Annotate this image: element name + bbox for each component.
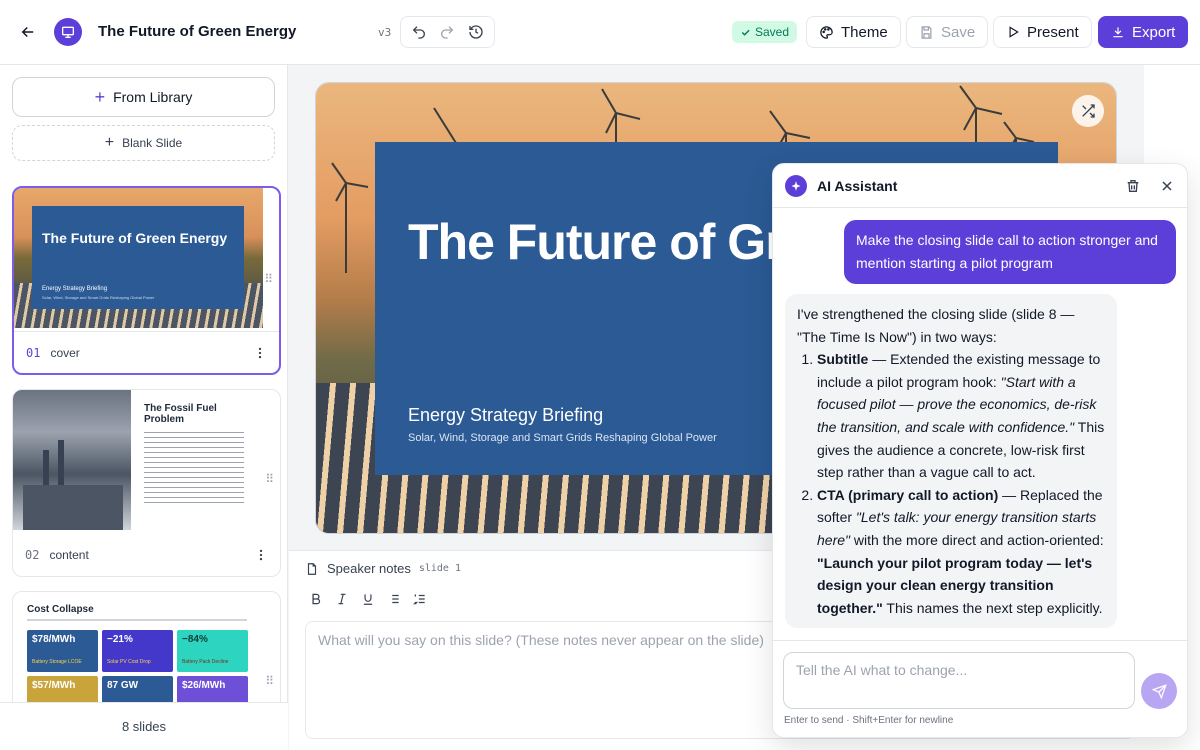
present-button[interactable]: Present (993, 16, 1092, 48)
underline-icon[interactable] (361, 592, 375, 606)
send-button[interactable] (1141, 673, 1177, 709)
slide-sidebar: + From Library + Blank Slide The Future … (0, 65, 288, 750)
item-heading: CTA (primary call to action) (817, 486, 999, 503)
slide-thumbnail: The Future of Green Energy Energy Strate… (14, 188, 263, 328)
metric-label: Solar PV Cost Drop (107, 659, 151, 665)
speaker-notes-label: Speaker notes (327, 561, 411, 576)
format-toolbar (309, 592, 427, 606)
user-message: Make the closing slide call to action st… (844, 220, 1176, 284)
slide-count: 8 slides (0, 702, 288, 750)
thumb-subtitle: Energy Strategy Briefing (42, 286, 108, 292)
save-button[interactable]: Save (906, 16, 989, 48)
numbered-list-icon[interactable] (413, 592, 427, 606)
slide-number: 02 (25, 548, 40, 562)
drag-handle-icon[interactable]: ⠿ (265, 473, 274, 485)
slide-label: content (49, 548, 89, 562)
from-library-button[interactable]: + From Library (12, 77, 275, 117)
drag-handle-icon[interactable]: ⠿ (265, 675, 274, 687)
metric-value: −84% (182, 634, 208, 645)
ai-message-list[interactable]: Make the closing slide call to action st… (773, 208, 1187, 640)
item-text: with the more direct and action-oriented… (850, 531, 1104, 548)
italic-icon[interactable] (335, 592, 349, 606)
saved-badge: Saved (732, 21, 798, 43)
ai-assistant-panel: AI Assistant Make the closing slide call… (772, 163, 1188, 738)
item-heading: Subtitle (817, 351, 869, 368)
more-vertical-icon[interactable] (253, 346, 267, 360)
undo-icon[interactable] (411, 24, 427, 40)
bullet-list-icon[interactable] (387, 592, 401, 606)
download-icon (1113, 27, 1123, 38)
saved-label: Saved (755, 25, 790, 39)
metric-label: Battery Pack Decline (182, 659, 229, 665)
save-label: Save (941, 23, 976, 41)
sparkle-icon (785, 174, 807, 197)
slide-thumbnail: Cost Collapse $78/MWh Battery Storage LC… (13, 592, 262, 710)
back-arrow-icon[interactable] (16, 20, 40, 44)
history-controls (400, 16, 495, 48)
thumb-title: The Future of Green Energy (42, 230, 228, 246)
more-vertical-icon[interactable] (254, 548, 268, 562)
shuffle-icon[interactable] (1072, 95, 1104, 127)
app-logo-icon (54, 18, 82, 46)
trash-icon[interactable] (1125, 178, 1141, 194)
ai-prompt-input[interactable]: Tell the AI what to change... (783, 652, 1135, 709)
metric-value: −21% (107, 634, 133, 645)
version-label: v3 (378, 26, 392, 39)
slide-thumbnail: The Fossil Fuel Problem (13, 390, 262, 530)
bold-icon[interactable] (309, 592, 323, 606)
close-icon[interactable] (1159, 178, 1175, 194)
blank-slide-label: Blank Slide (122, 136, 183, 150)
input-hint: Enter to send · Shift+Enter for newline (784, 715, 954, 726)
plus-icon: + (94, 86, 106, 107)
slide-card-2[interactable]: The Fossil Fuel Problem ⠿ 02 content (12, 389, 281, 577)
document-title[interactable]: The Future of Green Energy (98, 23, 296, 40)
redo-icon[interactable] (439, 24, 455, 40)
send-icon (1151, 683, 1167, 699)
thumb-subtitle-2: Solar, Wind, Storage and Smart Grids Res… (42, 295, 155, 300)
slide-subtitle-2[interactable]: Solar, Wind, Storage and Smart Grids Res… (408, 432, 717, 444)
export-label: Export (1132, 23, 1176, 41)
item-text: This names the next step explicitly. (882, 599, 1103, 616)
assistant-message: I've strengthened the closing slide (sli… (785, 294, 1117, 629)
theme-label: Theme (841, 23, 888, 41)
play-icon (1009, 26, 1019, 38)
assistant-intro: I've strengthened the closing slide (sli… (797, 306, 1075, 345)
history-icon[interactable] (468, 24, 484, 40)
plus-icon: + (104, 134, 115, 151)
thumb-title: The Fossil Fuel Problem (144, 403, 217, 425)
export-button[interactable]: Export (1098, 16, 1189, 48)
slide-reference: slide 1 (418, 563, 461, 574)
drag-handle-icon[interactable]: ⠿ (264, 273, 273, 285)
theme-button[interactable]: Theme (806, 16, 901, 48)
slide-subtitle[interactable]: Energy Strategy Briefing (408, 405, 603, 426)
metric-value: $78/MWh (32, 634, 76, 645)
slide-card-1[interactable]: The Future of Green Energy Energy Strate… (12, 186, 281, 375)
check-icon (741, 29, 750, 36)
file-icon (307, 562, 317, 575)
blank-slide-button[interactable]: + Blank Slide (12, 125, 275, 161)
top-bar: The Future of Green Energy v3 Saved Them… (0, 0, 1200, 65)
palette-icon (820, 25, 833, 39)
slide-number: 01 (26, 345, 41, 360)
slide-label: cover (50, 345, 80, 360)
thumb-title: Cost Collapse (27, 604, 94, 615)
present-label: Present (1027, 23, 1079, 41)
from-library-label: From Library (113, 89, 193, 105)
slide-card-3[interactable]: Cost Collapse $78/MWh Battery Storage LC… (12, 591, 281, 711)
save-icon (921, 25, 932, 39)
ai-assistant-title: AI Assistant (817, 177, 898, 194)
metric-label: Battery Storage LCOE (32, 659, 82, 665)
